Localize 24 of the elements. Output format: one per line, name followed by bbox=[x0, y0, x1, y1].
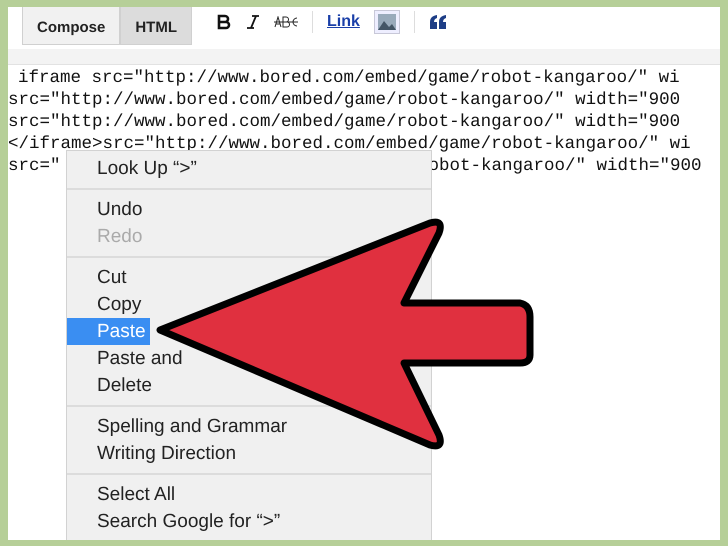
insert-image-button[interactable] bbox=[374, 10, 400, 34]
quote-icon[interactable] bbox=[428, 15, 447, 29]
menu-item[interactable]: Select All bbox=[67, 481, 180, 508]
code-line: obot-kangaroo/" width="900 bbox=[428, 155, 702, 177]
menu-item[interactable]: Delete bbox=[67, 372, 156, 399]
menu-item[interactable]: Paste and bbox=[67, 345, 187, 372]
strikethrough-icon[interactable] bbox=[274, 16, 298, 28]
code-line: src="http://www.bored.com/embed/game/robot-kangaroo/" width="900 bbox=[8, 89, 682, 111]
editor-tab[interactable]: Compose bbox=[22, 7, 120, 45]
bold-icon[interactable] bbox=[216, 14, 232, 30]
code-line: </iframe>src="http://www.bored.com/embed/game/robot-kangaroo/" wi bbox=[8, 133, 692, 155]
menu-item[interactable]: Search Google for “>” bbox=[67, 508, 284, 535]
menu-item[interactable]: Undo bbox=[67, 196, 146, 223]
menu-item[interactable]: Look Up “>” bbox=[67, 155, 201, 182]
menu-item[interactable]: Writing Direction bbox=[67, 440, 240, 467]
code-line: iframe src="http://www.bored.com/embed/game/robot-kangaroo/" wi bbox=[17, 67, 681, 89]
code-line: src=" bbox=[8, 155, 61, 177]
italic-icon[interactable] bbox=[246, 14, 260, 30]
menu-item[interactable]: Cut bbox=[67, 264, 131, 291]
code-line: src="http://www.bored.com/embed/game/robot-kangaroo/" width="900 bbox=[8, 111, 682, 133]
menu-item[interactable]: Copy bbox=[67, 291, 146, 318]
menu-item[interactable]: Spelling and Grammar bbox=[67, 413, 292, 440]
editor-tab[interactable]: HTML bbox=[120, 7, 192, 45]
link-button[interactable]: Link bbox=[327, 13, 360, 31]
